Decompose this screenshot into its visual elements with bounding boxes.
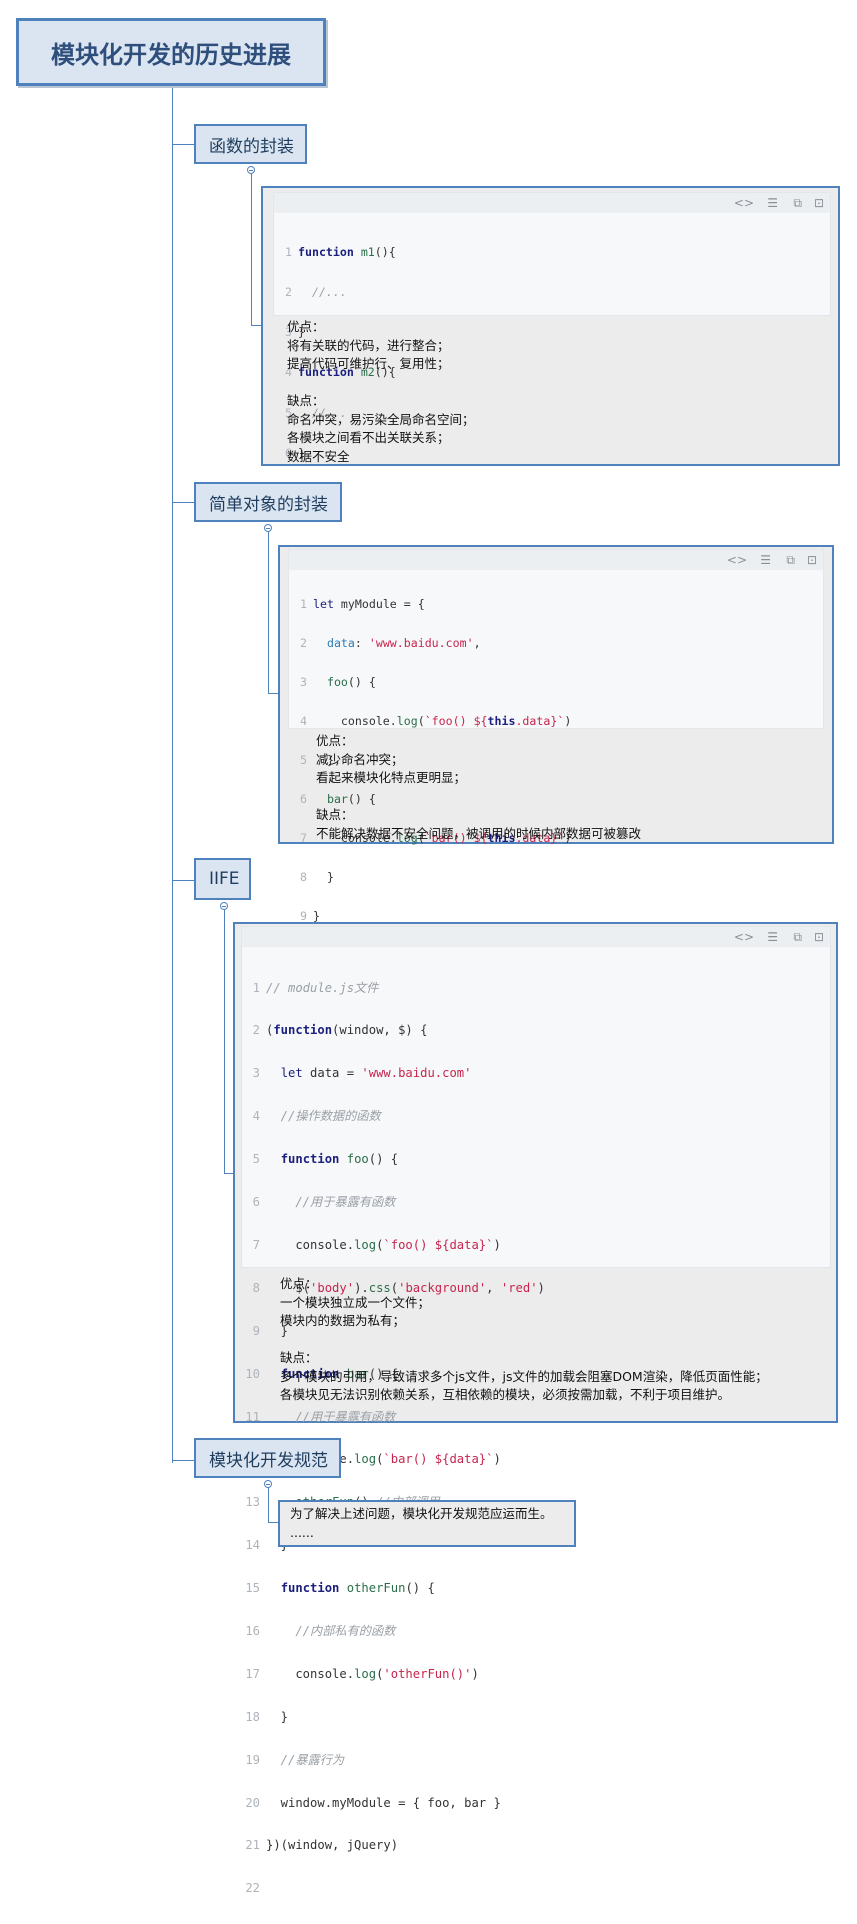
sub-line-2-v (268, 524, 269, 694)
topic-function-encapsulation[interactable]: 函数的封装 (194, 124, 307, 164)
note-line (287, 374, 475, 393)
code-block-1: <> ☰ ⧉ ⊡ 1 function m1(){ 2 //... 3} 4 fun… (273, 192, 831, 500)
sub-line-3-v (224, 902, 225, 1174)
note-line: 减少命名冲突； (316, 751, 404, 767)
note-object-encapsulation: <> ☰ ⧉ ⊡ 1 let myModule = { 2 data: 'www.… (278, 545, 834, 1040)
note-line (316, 788, 641, 807)
copy-icon[interactable]: ⧉ (786, 553, 795, 568)
note-text-3: 优点： 一个模块独立成一个文件； 模块内的数据为私有； 缺点： 多个模块的引用，… (280, 1275, 768, 1405)
note-line: 数据不安全 (287, 448, 350, 464)
topic-iife[interactable]: IIFE (194, 858, 251, 900)
note-line: 各模块之间看不出关联关系； (287, 430, 450, 445)
note-line: 将有关联的代码，进行整合； (287, 337, 450, 353)
root-topic[interactable]: 模块化开发的历史进展 (16, 18, 326, 86)
code-toolbar: <> ☰ ⧉ ⊡ (274, 193, 830, 213)
note-iife: <> ☰ ⧉ ⊡ 1// module.js文件 2 (function(wind… (233, 922, 838, 1895)
note-line: 优点： (316, 733, 354, 748)
view-source-icon[interactable]: <> (734, 930, 754, 944)
note-line: 多个模块的引用，导致请求多个js文件，js文件的加载会阻塞DOM渲染，降低页面性… (280, 1368, 768, 1384)
branch-1 (172, 144, 194, 145)
copy-icon[interactable]: ⧉ (793, 930, 802, 945)
note-module-spec: 为了解决上述问题，模块化开发规范应运而生。 ...... (278, 1500, 576, 1547)
collapse-toggle-4[interactable] (264, 1480, 272, 1488)
wrap-icon[interactable]: ☰ (767, 930, 778, 944)
code-block-2: <> ☰ ⧉ ⊡ 1 let myModule = { 2 data: 'www.… (288, 549, 824, 1040)
code-toolbar: <> ☰ ⧉ ⊡ (289, 550, 823, 570)
popout-icon[interactable]: ⊡ (814, 930, 824, 944)
branch-2 (172, 502, 194, 503)
view-source-icon[interactable]: <> (727, 553, 747, 567)
branch-4 (172, 1460, 194, 1461)
collapse-toggle-1[interactable] (247, 166, 255, 174)
sub-line-1-h (251, 325, 261, 326)
note-line: 各模块见无法识别依赖关系，互相依赖的模块，必须按需加载，不利于项目维护。 (280, 1387, 731, 1402)
main-trunk (172, 86, 173, 1463)
note-line: 命名冲突，易污染全局命名空间； (287, 411, 475, 427)
note-line: 模块内的数据为私有； (280, 1313, 406, 1328)
note-line: 优点： (280, 1276, 318, 1291)
note-line: 看起来模块化特点更明显； (316, 770, 467, 785)
note-line: 优点： (287, 319, 325, 334)
note-line: ...... (290, 1524, 314, 1540)
note-line: 一个模块独立成一个文件； (280, 1294, 431, 1310)
code-block-3: <> ☰ ⧉ ⊡ 1// module.js文件 2 (function(wind… (241, 926, 831, 1895)
branch-3 (172, 880, 194, 881)
note-function-encapsulation: <> ☰ ⧉ ⊡ 1 function m1(){ 2 //... 3} 4 fun… (261, 186, 840, 500)
topic-module-spec[interactable]: 模块化开发规范 (194, 1438, 341, 1478)
note-line: 不能解决数据不安全问题，被调用的时候内部数据可被篡改 (316, 825, 642, 841)
note-line: 提高代码可维护行、复用性； (287, 356, 450, 371)
copy-icon[interactable]: ⧉ (793, 196, 802, 211)
note-text-2: 优点： 减少命名冲突； 看起来模块化特点更明显； 缺点： 不能解决数据不安全问题… (316, 732, 641, 843)
note-line: 为了解决上述问题，模块化开发规范应运而生。 (290, 1506, 553, 1521)
sub-line-1-v (251, 166, 252, 326)
collapse-toggle-2[interactable] (264, 524, 272, 532)
collapse-toggle-3[interactable] (220, 902, 228, 910)
note-text-1: 优点： 将有关联的代码，进行整合； 提高代码可维护行、复用性； 缺点： 命名冲突… (287, 318, 475, 466)
topic-object-encapsulation[interactable]: 简单对象的封装 (194, 482, 342, 522)
note-line: 缺点： (280, 1350, 318, 1365)
wrap-icon[interactable]: ☰ (760, 553, 771, 567)
popout-icon[interactable]: ⊡ (814, 196, 824, 210)
note-line: 缺点： (287, 393, 325, 408)
code-lines: 1// module.js文件 2 (function(window, $) { … (245, 980, 545, 1896)
code-toolbar: <> ☰ ⧉ ⊡ (242, 927, 830, 947)
note-line: 缺点： (316, 807, 354, 822)
note-line (280, 1331, 768, 1350)
view-source-icon[interactable]: <> (734, 196, 754, 210)
popout-icon[interactable]: ⊡ (807, 553, 817, 567)
note-text-4: 为了解决上述问题，模块化开发规范应运而生。 ...... (290, 1505, 553, 1542)
sub-line-2-h (268, 693, 278, 694)
wrap-icon[interactable]: ☰ (767, 196, 778, 210)
